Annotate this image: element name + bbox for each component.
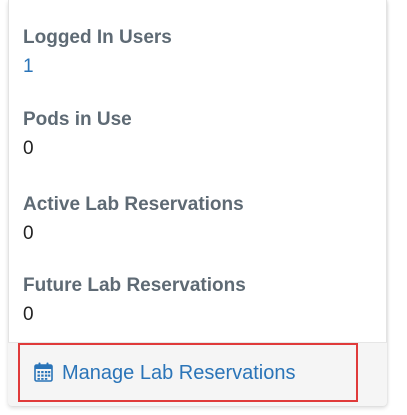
calendar-icon bbox=[34, 362, 53, 382]
manage-lab-reservations-link[interactable]: Manage Lab Reservations bbox=[18, 343, 358, 402]
stat-value-link[interactable]: 1 bbox=[23, 55, 172, 79]
stat-value: 0 bbox=[23, 138, 34, 159]
stat-value: 0 bbox=[23, 304, 34, 325]
stat-active-lab-reservations: Active Lab Reservations 0 bbox=[23, 193, 244, 246]
stat-label: Active Lab Reservations bbox=[23, 194, 244, 215]
stat-label: Future Lab Reservations bbox=[23, 275, 246, 296]
stat-logged-in-users: Logged In Users 1 bbox=[23, 26, 172, 79]
stat-label: Logged In Users bbox=[23, 27, 172, 48]
manage-lab-reservations-label: Manage Lab Reservations bbox=[62, 361, 296, 384]
stat-label: Pods in Use bbox=[23, 109, 132, 130]
stat-pods-in-use: Pods in Use 0 bbox=[23, 108, 132, 161]
stat-value: 0 bbox=[23, 223, 34, 244]
stat-future-lab-reservations: Future Lab Reservations 0 bbox=[23, 274, 246, 327]
